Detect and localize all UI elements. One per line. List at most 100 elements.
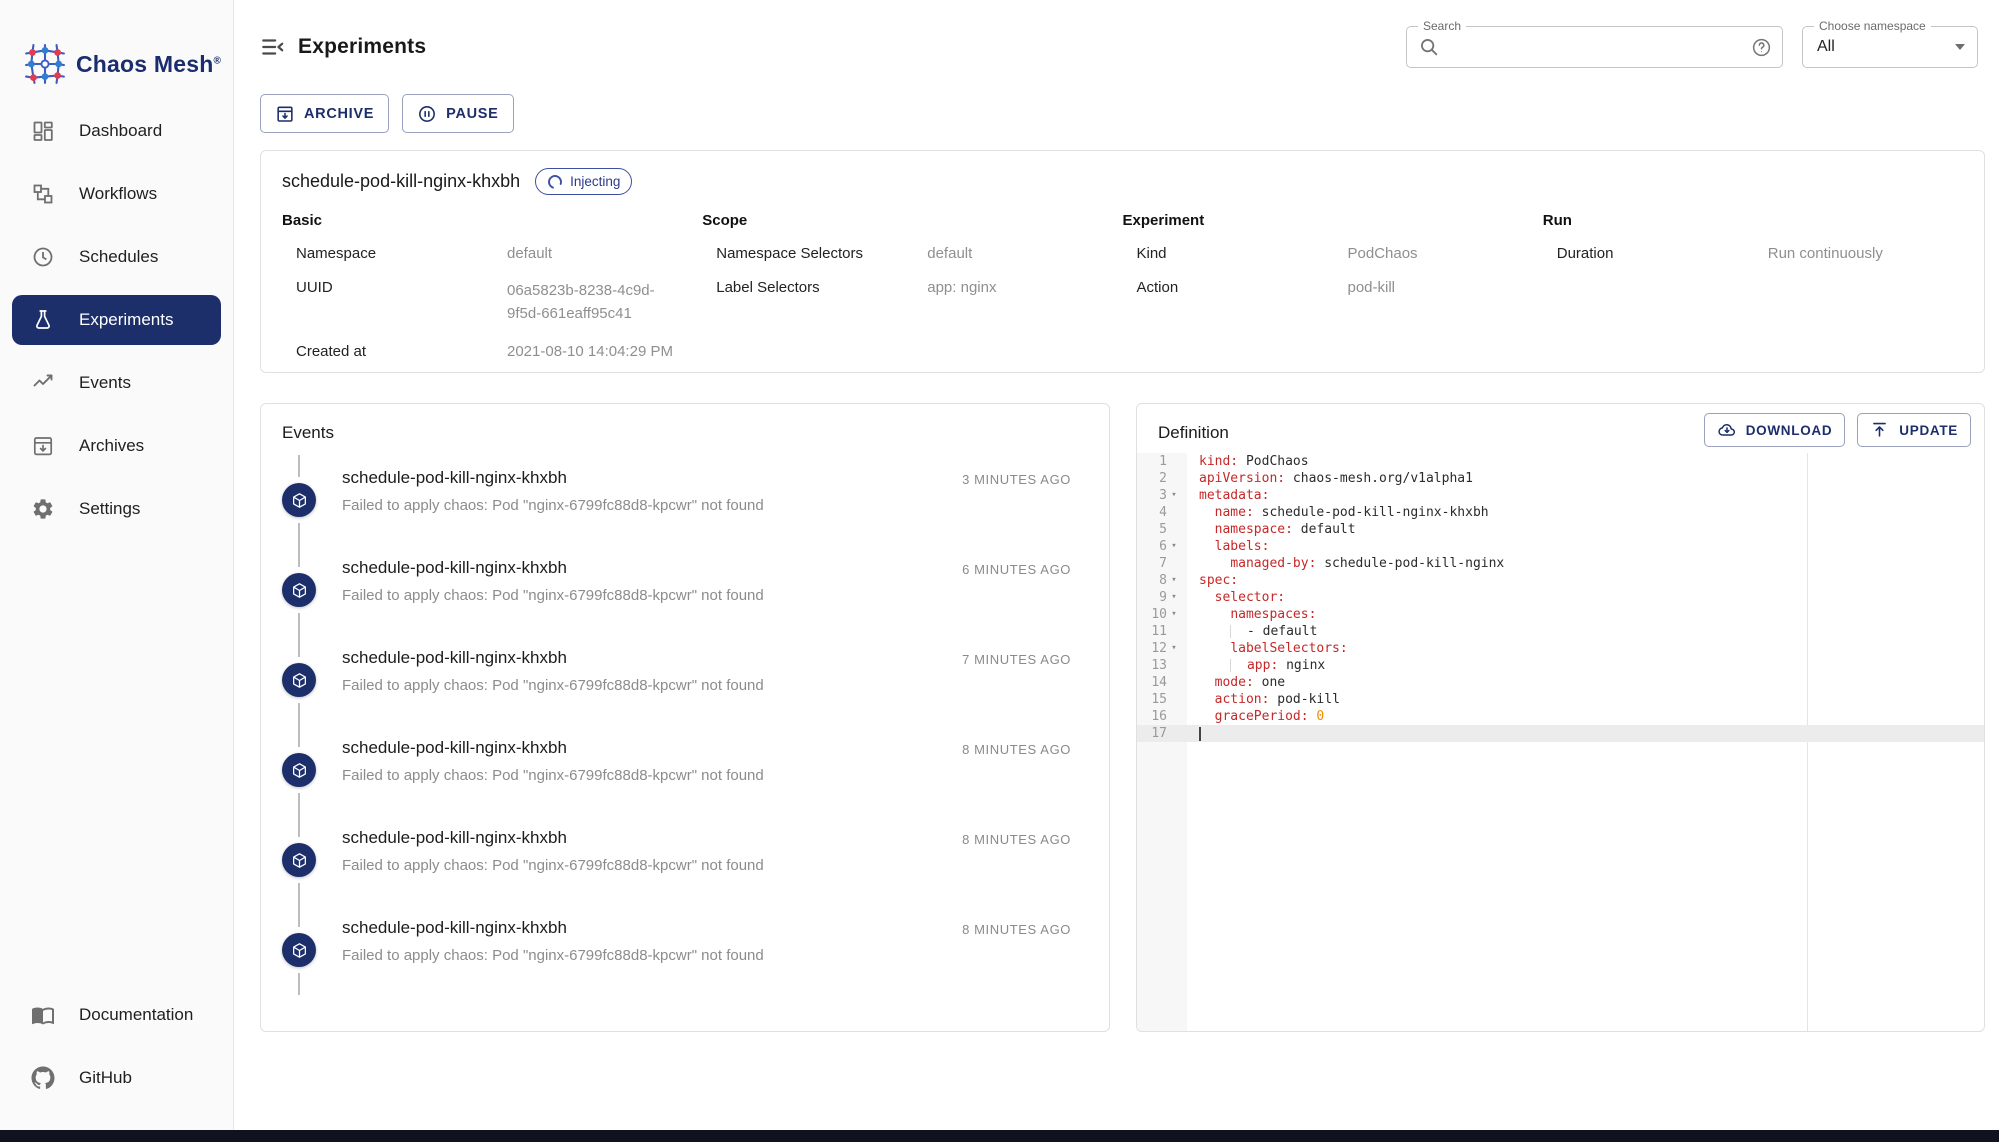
update-button[interactable]: UPDATE [1857, 413, 1971, 447]
clock-icon [31, 244, 57, 270]
mesh-logo-icon [24, 43, 66, 85]
sidebar-item-label: Schedules [79, 247, 158, 267]
timeline-connector [298, 523, 300, 545]
download-button-label: DOWNLOAD [1746, 423, 1833, 438]
code-line[interactable]: 10▾ namespaces: [1137, 606, 1984, 623]
event-name: schedule-pod-kill-nginx-khxbh [342, 648, 764, 668]
section-title: Scope [702, 212, 1122, 229]
field-value: PodChaos [1348, 245, 1543, 262]
github-icon [31, 1065, 57, 1091]
timeline-connector [298, 703, 300, 725]
podchaos-cube-icon [282, 573, 316, 607]
event-message: Failed to apply chaos: Pod "nginx-6799fc… [342, 767, 764, 784]
code-line[interactable]: 12▾ labelSelectors: [1137, 640, 1984, 657]
code-lines: 1kind: PodChaos2apiVersion: chaos-mesh.o… [1137, 453, 1984, 742]
code-line[interactable]: 1kind: PodChaos [1137, 453, 1984, 470]
pause-button-label: PAUSE [446, 106, 498, 122]
code-line[interactable]: 6▾ labels: [1137, 538, 1984, 555]
field-value: default [927, 245, 1122, 262]
event-item[interactable]: schedule-pod-kill-nginx-khxbh Failed to … [282, 815, 1088, 905]
code-line[interactable]: 16 gracePeriod: 0 [1137, 708, 1984, 725]
sidebar-item-archives[interactable]: Archives [12, 421, 221, 471]
event-timestamp: 8 MINUTES AGO [962, 815, 1088, 905]
event-body: schedule-pod-kill-nginx-khxbh Failed to … [342, 815, 764, 905]
section-title: Experiment [1123, 212, 1543, 229]
download-button[interactable]: DOWNLOAD [1704, 413, 1846, 447]
sidebar-item-events[interactable]: Events [12, 358, 221, 408]
field-label: UUID [296, 279, 507, 296]
code-line[interactable]: 4 name: schedule-pod-kill-nginx-khxbh [1137, 504, 1984, 521]
toolbar: ARCHIVE PAUSE [234, 76, 1999, 133]
registered-mark: ® [213, 55, 221, 66]
code-line[interactable]: 3▾metadata: [1137, 487, 1984, 504]
timeline-connector [298, 973, 300, 995]
app-name: Chaos Mesh® [76, 51, 221, 78]
event-item[interactable]: schedule-pod-kill-nginx-khxbh Failed to … [282, 455, 1088, 545]
code-line[interactable]: 13 app: nginx [1137, 657, 1984, 674]
pause-button[interactable]: PAUSE [402, 94, 513, 133]
archive-button[interactable]: ARCHIVE [260, 94, 389, 133]
sidebar-nav: Dashboard Workflows Schedules [0, 100, 233, 534]
code-line[interactable]: 2apiVersion: chaos-mesh.org/v1alpha1 [1137, 470, 1984, 487]
event-message: Failed to apply chaos: Pod "nginx-6799fc… [342, 587, 764, 604]
timeline-connector [298, 635, 300, 657]
event-item[interactable]: schedule-pod-kill-nginx-khxbh Failed to … [282, 545, 1088, 635]
sidebar-item-dashboard[interactable]: Dashboard [12, 106, 221, 156]
field-label: Kind [1137, 245, 1348, 262]
sidebar-item-label: Dashboard [79, 121, 162, 141]
workflows-icon [31, 181, 57, 207]
definition-actions: DOWNLOAD UPDATE [1704, 413, 1971, 447]
podchaos-cube-icon [282, 483, 316, 517]
namespace-select-label: Choose namespace [1814, 19, 1931, 33]
event-item[interactable]: schedule-pod-kill-nginx-khxbh Failed to … [282, 635, 1088, 725]
code-line[interactable]: 14 mode: one [1137, 674, 1984, 691]
event-item[interactable]: schedule-pod-kill-nginx-khxbh Failed to … [282, 725, 1088, 815]
search-field-label: Search [1418, 19, 1466, 33]
timeline-connector [298, 725, 300, 747]
chevron-down-icon [1955, 44, 1965, 50]
section-basic: Basic Namespace default UUID 06a5823b-82… [282, 212, 702, 360]
collapse-sidebar-icon[interactable] [260, 34, 286, 60]
podchaos-cube-icon [282, 753, 316, 787]
code-line[interactable]: 11 - default [1137, 623, 1984, 640]
event-message: Failed to apply chaos: Pod "nginx-6799fc… [342, 857, 764, 874]
code-line[interactable]: 5 namespace: default [1137, 521, 1984, 538]
section-title: Run [1543, 212, 1963, 229]
event-name: schedule-pod-kill-nginx-khxbh [342, 558, 764, 578]
yaml-editor[interactable]: 1kind: PodChaos2apiVersion: chaos-mesh.o… [1137, 453, 1984, 1031]
sidebar-item-label: Events [79, 373, 131, 393]
field-label: Duration [1557, 245, 1768, 262]
search-field[interactable]: Search [1406, 26, 1783, 68]
field-label: Namespace Selectors [716, 245, 927, 262]
code-line[interactable]: 7 managed-by: schedule-pod-kill-nginx [1137, 555, 1984, 572]
timeline-connector [298, 455, 300, 477]
sidebar-item-documentation[interactable]: Documentation [12, 990, 221, 1040]
status-badge: Injecting [535, 168, 632, 195]
code-line[interactable]: 15 action: pod-kill [1137, 691, 1984, 708]
sidebar-item-settings[interactable]: Settings [12, 484, 221, 534]
code-line[interactable]: 17 [1137, 725, 1984, 742]
sidebar-item-schedules[interactable]: Schedules [12, 232, 221, 282]
namespace-select[interactable]: Choose namespace All [1802, 26, 1978, 68]
search-input[interactable] [1440, 38, 1751, 56]
sidebar-item-github[interactable]: GitHub [12, 1053, 221, 1103]
section-scope: Scope Namespace Selectors default Label … [702, 212, 1122, 360]
spinner-icon [547, 174, 563, 190]
timeline-rail [282, 455, 316, 545]
timeline-connector [298, 545, 300, 567]
event-item[interactable]: schedule-pod-kill-nginx-khxbh Failed to … [282, 905, 1088, 995]
sidebar-item-workflows[interactable]: Workflows [12, 169, 221, 219]
event-name: schedule-pod-kill-nginx-khxbh [342, 828, 764, 848]
podchaos-cube-icon [282, 663, 316, 697]
events-panel-title: Events [282, 423, 1088, 443]
event-body: schedule-pod-kill-nginx-khxbh Failed to … [342, 635, 764, 725]
code-line[interactable]: 9▾ selector: [1137, 589, 1984, 606]
namespace-selected-value: All [1817, 38, 1835, 56]
help-icon[interactable] [1751, 37, 1772, 58]
timeline-connector [298, 905, 300, 927]
timeline-rail [282, 905, 316, 995]
code-line[interactable]: 8▾spec: [1137, 572, 1984, 589]
event-message: Failed to apply chaos: Pod "nginx-6799fc… [342, 947, 764, 964]
sidebar-item-experiments[interactable]: Experiments [12, 295, 221, 345]
event-timestamp: 8 MINUTES AGO [962, 905, 1088, 995]
